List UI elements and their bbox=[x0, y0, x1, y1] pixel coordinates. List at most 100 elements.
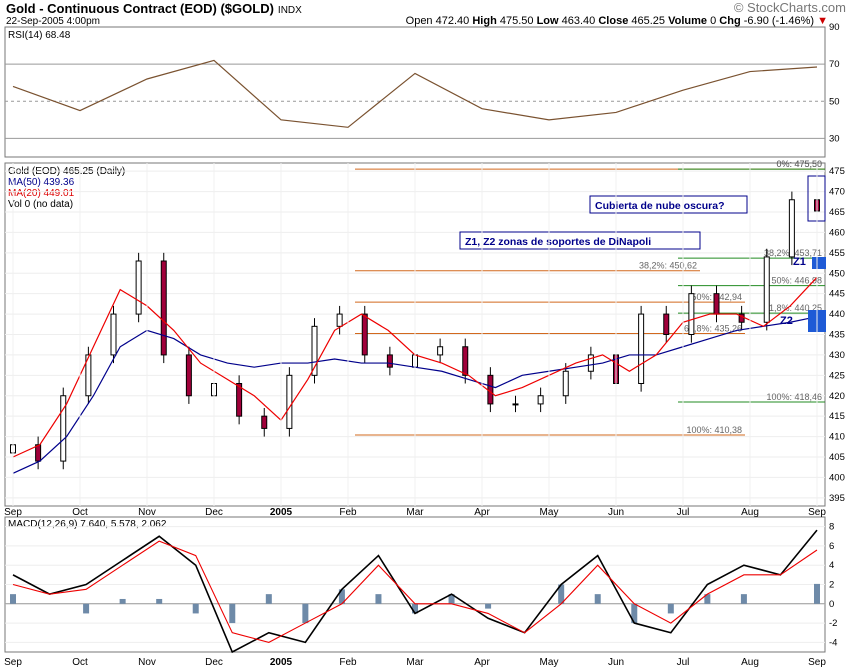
x-tick-label-macd: Oct bbox=[72, 657, 88, 668]
x-tick-label-price: Dec bbox=[205, 507, 223, 518]
price-tick-label: 400 bbox=[829, 472, 845, 483]
svg-text:Cubierta de nube oscura?: Cubierta de nube oscura? bbox=[595, 200, 725, 212]
macd-histogram-bar bbox=[83, 603, 90, 614]
price-candle-body bbox=[35, 444, 42, 462]
rsi-tick-label: 90 bbox=[829, 22, 840, 33]
macd-histogram-bar bbox=[119, 598, 126, 604]
price-candle-body bbox=[537, 395, 544, 405]
x-tick-label-price: Sep bbox=[4, 507, 22, 518]
z2-label: Z2 bbox=[780, 315, 793, 327]
price-candle-body bbox=[713, 293, 720, 315]
x-tick-label-macd: Jul bbox=[677, 657, 690, 668]
price-candle-body bbox=[336, 313, 343, 327]
price-tick-label: 395 bbox=[829, 493, 845, 504]
price-tick-label: 430 bbox=[829, 350, 845, 361]
rsi-tick-label: 70 bbox=[829, 59, 840, 70]
x-tick-label-macd: Dec bbox=[205, 657, 223, 668]
price-candle-body bbox=[185, 354, 192, 397]
x-tick-label-macd: Apr bbox=[474, 657, 490, 668]
price-candle-body bbox=[110, 313, 117, 356]
macd-histogram-bar bbox=[740, 594, 747, 604]
x-tick-label-price: Sep bbox=[808, 507, 826, 518]
x-tick-label-macd: Mar bbox=[406, 657, 424, 668]
volume-legend: Vol 0 (no data) bbox=[8, 199, 73, 210]
price-tick-label: 445 bbox=[829, 289, 845, 300]
macd-panel: MACD(12,26,9) 7.640, 5.578, 2.062 -4 -2 0 2… bbox=[4, 516, 837, 654]
price-candle-body bbox=[160, 260, 167, 356]
z1-label: Z1 bbox=[793, 256, 806, 268]
price-tick-label: 455 bbox=[829, 248, 845, 259]
macd-histogram-bar bbox=[485, 603, 492, 609]
macd-tick-label: 6 bbox=[829, 541, 834, 552]
x-tick-label-macd: Jun bbox=[608, 657, 624, 668]
annotation-zonas: Z1, Z2 zonas de soportes de DiNapoli bbox=[459, 231, 701, 250]
price-candle-body bbox=[487, 374, 494, 405]
x-tick-label-price: 2005 bbox=[270, 507, 293, 518]
macd-tick-label: 8 bbox=[829, 522, 834, 533]
macd-histogram-bar bbox=[302, 603, 309, 624]
x-tick-label-price: Mar bbox=[406, 507, 424, 518]
rsi-tick-label: 50 bbox=[829, 96, 840, 107]
macd-tick-label: 0 bbox=[829, 599, 834, 610]
macd-histogram-bar bbox=[594, 594, 601, 604]
fib-label: 100%: 410,38 bbox=[686, 425, 742, 435]
price-tick-label: 470 bbox=[829, 187, 845, 198]
chart-canvas: RSI(14) 68.48 30 50 70 90 Gold (EOD) 465.25… bbox=[4, 22, 845, 668]
price-tick-label: 435 bbox=[829, 330, 845, 341]
macd-histogram-bar bbox=[375, 594, 382, 604]
macd-histogram-bar bbox=[814, 583, 820, 604]
x-tick-label-macd: May bbox=[540, 657, 559, 668]
x-tick-label-price: Aug bbox=[741, 507, 759, 518]
macd-histogram-bar bbox=[192, 603, 199, 614]
price-tick-label: 405 bbox=[829, 452, 845, 463]
x-tick-label-macd: Feb bbox=[339, 657, 357, 668]
price-tick-label: 410 bbox=[829, 432, 845, 443]
price-tick-label: 460 bbox=[829, 227, 845, 238]
price-candle-body bbox=[135, 260, 142, 315]
price-candle-body bbox=[261, 415, 268, 429]
price-panel: Gold (EOD) 465.25 (Daily) MA(50) 439.36 … bbox=[4, 159, 845, 507]
x-tick-label-price: Jul bbox=[677, 507, 690, 518]
x-tick-label-price: Feb bbox=[339, 507, 357, 518]
x-tick-label-macd: 2005 bbox=[270, 657, 293, 668]
fib-label: 0%: 475,50 bbox=[776, 159, 822, 169]
fib-label: 38,2%: 450,62 bbox=[639, 261, 697, 271]
macd-tick-label: -2 bbox=[829, 618, 837, 629]
x-tick-label-price: Oct bbox=[72, 507, 88, 518]
macd-tick-label: -4 bbox=[829, 637, 837, 648]
price-candle-body bbox=[462, 346, 469, 376]
price-tick-label: 475 bbox=[829, 166, 845, 177]
price-tick-label: 465 bbox=[829, 207, 845, 218]
price-candle-body bbox=[663, 313, 670, 336]
x-tick-label-price: Nov bbox=[138, 507, 156, 518]
price-candle-body bbox=[688, 293, 695, 335]
price-candle-body bbox=[763, 256, 770, 323]
price-tick-label: 450 bbox=[829, 268, 845, 279]
x-tick-label-macd: Aug bbox=[741, 657, 759, 668]
macd-histogram-bar bbox=[229, 603, 236, 624]
price-candle-body bbox=[286, 374, 293, 429]
price-candle-body bbox=[386, 354, 393, 368]
price-tick-label: 425 bbox=[829, 370, 845, 381]
z1-zone bbox=[812, 257, 826, 269]
price-candle-body bbox=[437, 346, 444, 356]
macd-legend: MACD(12,26,9) 7.640, 5.578, 2.062 bbox=[8, 519, 167, 530]
price-tick-label: 420 bbox=[829, 391, 845, 402]
x-tick-label-macd: Nov bbox=[138, 657, 156, 668]
macd-tick-label: 2 bbox=[829, 580, 834, 591]
fib-label: 100%: 418,46 bbox=[766, 392, 822, 402]
svg-text:Z1, Z2 zonas de soportes de Di: Z1, Z2 zonas de soportes de DiNapoli bbox=[465, 236, 651, 248]
ma50-legend: MA(50) 439.36 bbox=[8, 177, 75, 188]
rsi-tick-label: 30 bbox=[829, 133, 840, 144]
x-tick-label-macd: Sep bbox=[4, 657, 22, 668]
price-candle-body bbox=[788, 199, 795, 258]
macd-histogram-bar bbox=[265, 594, 272, 604]
price-candle-body bbox=[638, 313, 645, 385]
rsi-panel: RSI(14) 68.48 30 50 70 90 bbox=[4, 22, 840, 158]
x-tick-label-price: Jun bbox=[608, 507, 624, 518]
x-tick-label-price: Apr bbox=[474, 507, 490, 518]
price-tick-label: 415 bbox=[829, 411, 845, 422]
macd-tick-label: 4 bbox=[829, 560, 834, 571]
price-candle-body bbox=[236, 383, 243, 417]
macd-histogram-bar bbox=[10, 594, 16, 604]
